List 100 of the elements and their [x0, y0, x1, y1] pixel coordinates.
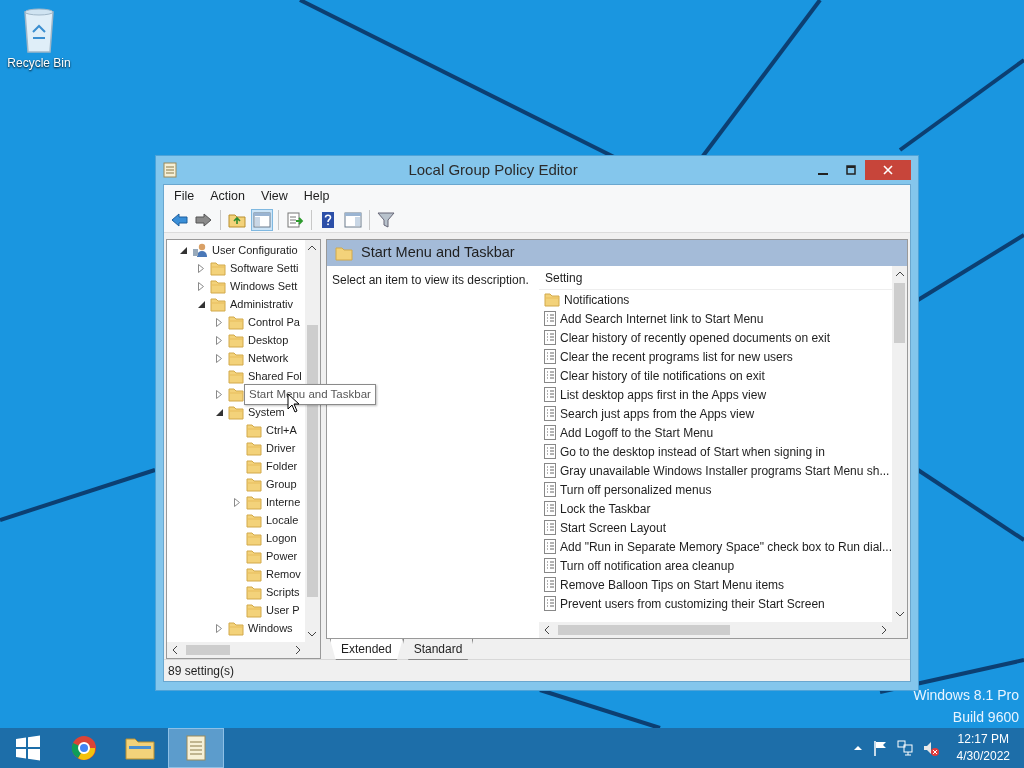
watermark-text: Build 9600 [951, 708, 1019, 727]
minimize-icon [818, 173, 828, 175]
tree-item[interactable]: User Configuratio [212, 241, 298, 259]
expand-arrow-icon[interactable] [216, 623, 222, 633]
setting-item[interactable]: Add Logoff to the Start Menu [559, 423, 714, 442]
folder-icon [228, 620, 244, 636]
scrollbar-thumb[interactable] [186, 645, 230, 655]
setting-item[interactable]: Lock the Taskbar [559, 499, 651, 518]
policy-setting-icon [543, 577, 556, 592]
expand-arrow-icon[interactable] [216, 389, 222, 399]
tree-item[interactable]: Interne [266, 493, 301, 511]
menu-item[interactable]: Action [202, 186, 253, 206]
user-icon [192, 242, 208, 258]
setting-item[interactable]: Go to the desktop instead of Start when signing in [559, 442, 825, 461]
policy-setting-icon [543, 558, 556, 573]
expand-arrow-icon[interactable] [216, 317, 222, 327]
setting-item[interactable]: List desktop apps first in the Apps view [559, 385, 767, 404]
policy-setting-icon [543, 520, 556, 535]
expand-arrow-icon[interactable] [216, 335, 222, 345]
setting-item[interactable]: Notifications [563, 290, 630, 309]
flag-icon[interactable] [872, 740, 887, 756]
tree-item[interactable]: User P [266, 601, 300, 619]
policy-setting-icon [543, 387, 556, 402]
setting-item[interactable]: Search just apps from the Apps view [559, 404, 755, 423]
collapse-arrow-icon[interactable] [197, 300, 205, 308]
chevron-up-icon[interactable] [852, 743, 863, 753]
scrollbar-thumb[interactable] [894, 283, 905, 343]
console-tree-button[interactable] [251, 208, 273, 231]
policy-setting-icon [543, 311, 556, 326]
speaker-muted-icon[interactable] [922, 740, 939, 756]
folder-icon [210, 260, 226, 276]
tree-item[interactable]: System [248, 403, 285, 421]
tree-item[interactable]: Remov [266, 565, 301, 583]
folder-icon [246, 584, 262, 600]
policy-setting-icon [543, 349, 556, 364]
policy-setting-icon [543, 463, 556, 478]
view-tab[interactable]: Extended [329, 639, 403, 660]
collapse-arrow-icon[interactable] [215, 408, 223, 416]
setting-item[interactable]: Turn off personalized menus [559, 480, 712, 499]
collapse-arrow-icon[interactable] [179, 246, 187, 254]
expand-arrow-icon[interactable] [198, 281, 204, 291]
forward-arrow-icon [195, 210, 213, 229]
taskbar-button[interactable] [168, 728, 224, 768]
column-header[interactable]: Setting [544, 268, 583, 287]
tree-item[interactable]: Software Setti [230, 259, 299, 277]
tree-item[interactable]: Driver [266, 439, 296, 457]
folder-icon [210, 278, 226, 294]
menu-item[interactable]: File [166, 186, 203, 206]
tree-item[interactable]: Logon [266, 529, 297, 547]
setting-item[interactable]: Add Search Internet link to Start Menu [559, 309, 764, 328]
setting-item[interactable]: Gray unavailable Windows Installer programs Start Menu sh... [559, 461, 890, 480]
folder-icon [228, 314, 244, 330]
policy-setting-icon [543, 425, 556, 440]
policy-setting-icon [543, 368, 556, 383]
setting-item[interactable]: Start Screen Layout [559, 518, 667, 537]
policy-setting-icon [543, 501, 556, 516]
folder-icon [246, 512, 262, 528]
setting-item[interactable]: Prevent users from customizing their Start Screen [559, 594, 825, 613]
setting-item[interactable]: Clear history of tile notifications on exit [559, 366, 765, 385]
tree-item[interactable]: Ctrl+A [266, 421, 297, 439]
windows-logo-icon [15, 735, 41, 761]
close-icon [883, 165, 893, 175]
folder-icon [228, 350, 244, 366]
folder-icon [228, 332, 244, 348]
setting-item[interactable]: Turn off notification area cleanup [559, 556, 735, 575]
network-icon[interactable] [896, 740, 913, 756]
setting-item[interactable]: Add "Run in Separate Memory Space" check box to Run dial... [559, 537, 892, 556]
expand-arrow-icon[interactable] [198, 263, 204, 273]
tree-item[interactable]: Network [248, 349, 289, 367]
scrollbar-thumb[interactable] [557, 625, 730, 635]
console-tree-icon [253, 210, 271, 229]
tree-item[interactable]: Windows Sett [230, 277, 298, 295]
policy-setting-icon [543, 539, 556, 554]
export-list-icon [286, 210, 304, 229]
help-icon [319, 210, 337, 229]
tree-item[interactable]: Shared Fol [248, 367, 302, 385]
folder-icon [543, 292, 560, 307]
menu-item[interactable]: Help [295, 186, 338, 206]
folder-icon [246, 566, 262, 582]
menu-item[interactable]: View [252, 186, 296, 206]
folder-icon [228, 404, 244, 420]
setting-item[interactable]: Remove Balloon Tips on Start Menu items [559, 575, 785, 594]
setting-item[interactable]: Clear history of recently opened documents on exit [559, 328, 831, 347]
policy-setting-icon [543, 330, 556, 345]
tree-item[interactable]: Folder [266, 457, 298, 475]
window-title: Local Group Policy Editor [407, 159, 579, 180]
setting-item[interactable]: Clear the recent programs list for new users [559, 347, 793, 366]
tree-item[interactable]: Control Pa [248, 313, 300, 331]
tree-item[interactable]: Locale [266, 511, 299, 529]
tree-item[interactable]: Administrativ [230, 295, 293, 313]
expand-arrow-icon[interactable] [216, 353, 222, 363]
policy-setting-icon [543, 482, 556, 497]
tree-item[interactable]: Windows [248, 619, 293, 637]
maximize-icon [846, 165, 856, 175]
expand-arrow-icon[interactable] [234, 497, 240, 507]
view-tab[interactable]: Standard [402, 639, 474, 660]
tree-item[interactable]: Group [266, 475, 297, 493]
tree-item[interactable]: Scripts [266, 583, 300, 601]
tree-item[interactable]: Power [266, 547, 298, 565]
tree-item[interactable]: Desktop [248, 331, 289, 349]
